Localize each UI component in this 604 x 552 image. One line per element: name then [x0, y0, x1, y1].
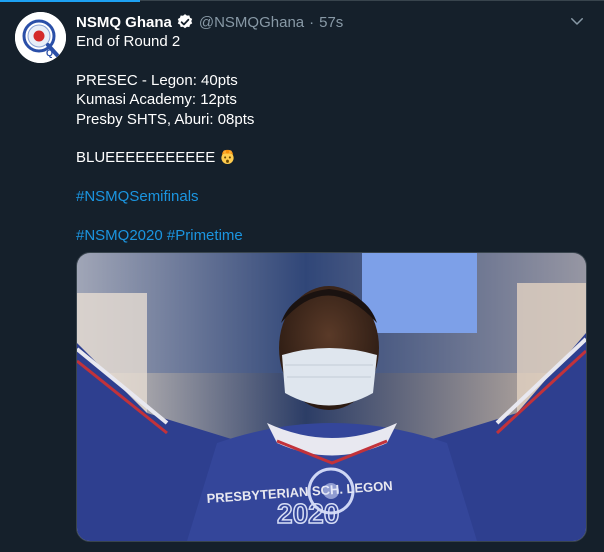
tweet-header: NSMQ Ghana @NSMQGhana · 57s — [76, 11, 343, 33]
author-name[interactable]: NSMQ Ghana — [76, 14, 172, 31]
svg-text:Q: Q — [46, 48, 53, 58]
hashtag-primetime[interactable]: #Primetime — [167, 227, 243, 244]
nsmq-logo-icon: Q — [15, 12, 66, 63]
photo-supporter-in-mask: PRESBYTERIAN SCH. LEGON 2020 — [77, 253, 586, 541]
hashtag-nsmq-semifinals[interactable]: #NSMQSemifinals — [76, 188, 199, 205]
tweet-line-score-presec: PRESEC - Legon: 40pts — [76, 71, 238, 89]
top-divider — [0, 0, 604, 2]
tweet-line-score-kumasi: Kumasi Academy: 12pts — [76, 91, 237, 109]
verified-badge-icon — [177, 14, 193, 29]
active-tab-indicator — [0, 0, 140, 2]
tweet-line-score-presby: Presby SHTS, Aburi: 08pts — [76, 110, 255, 128]
chevron-down-icon[interactable] — [568, 12, 586, 30]
cheer-text: BLUEEEEEEEEEEE — [76, 149, 216, 167]
tweet-line-title: End of Round 2 — [76, 33, 181, 50]
tweet-text: End of Round 2 PRESEC - Legon: 40pts Kum… — [76, 32, 586, 245]
timestamp[interactable]: 57s — [319, 14, 343, 31]
exploding-head-emoji-icon — [221, 150, 234, 165]
watermark-year: 2020 — [277, 498, 339, 529]
author-handle[interactable]: @NSMQGhana — [199, 14, 304, 31]
time-separator: · — [309, 13, 315, 31]
hashtag-nsmq2020[interactable]: #NSMQ2020 — [76, 227, 163, 244]
tweet-line-cheer: BLUEEEEEEEEEEE — [76, 148, 586, 167]
avatar[interactable]: Q — [15, 12, 66, 63]
tweet-media-photo[interactable]: PRESBYTERIAN SCH. LEGON 2020 — [76, 252, 587, 542]
